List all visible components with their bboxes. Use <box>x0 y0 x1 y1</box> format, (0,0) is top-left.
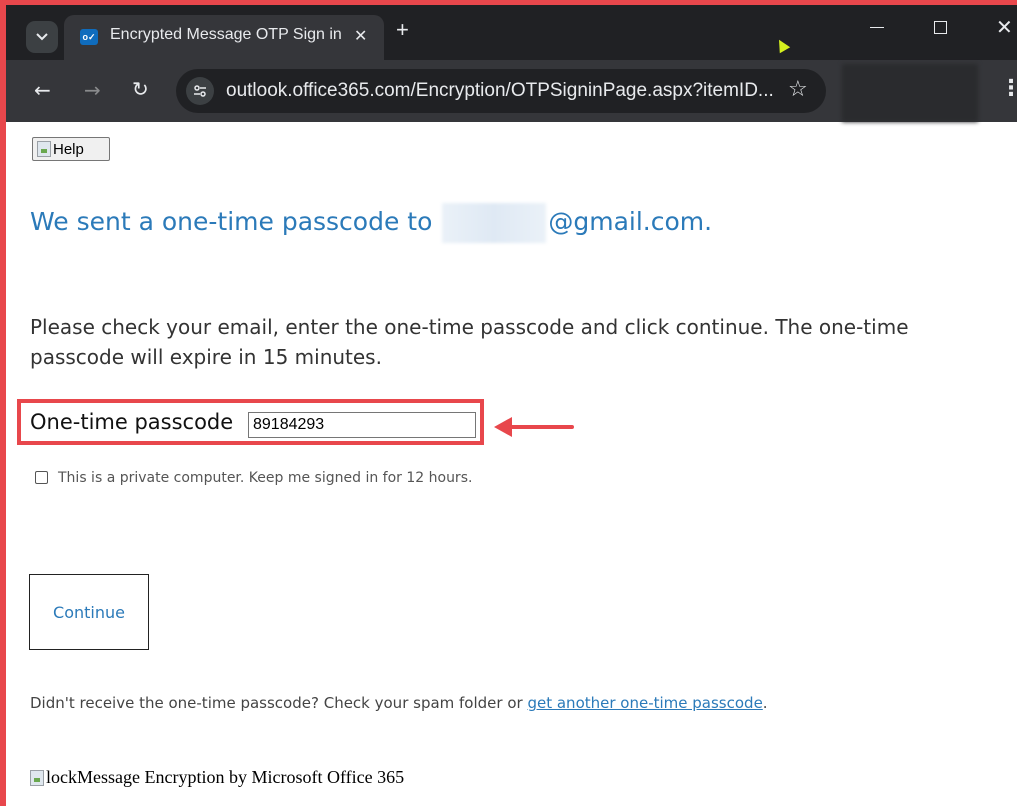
outlook-icon: o✓ <box>80 29 98 45</box>
maximize-icon[interactable] <box>934 21 947 34</box>
back-arrow-icon[interactable]: ← <box>34 78 51 102</box>
star-icon[interactable]: ☆ <box>788 77 808 102</box>
footer-text: Message Encryption by Microsoft Office 3… <box>77 767 405 787</box>
annotation-arrow-line <box>508 425 574 429</box>
close-icon[interactable]: ✕ <box>354 26 367 46</box>
otp-label: One-time passcode <box>30 410 234 434</box>
address-bar[interactable]: outlook.office365.com/Encryption/OTPSign… <box>176 69 826 113</box>
forward-arrow-icon[interactable]: → <box>84 78 101 102</box>
site-info-icon[interactable] <box>186 77 214 105</box>
redacted-profile-area <box>842 64 978 122</box>
resend-suffix: . <box>762 694 768 712</box>
lock-icon <box>30 769 44 786</box>
mouse-cursor-icon <box>773 36 791 54</box>
otp-input[interactable] <box>248 412 476 438</box>
footer-alt-text: lock <box>46 767 77 787</box>
chevron-down-icon <box>36 30 48 45</box>
headline-prefix: We sent a one-time passcode to <box>30 207 433 236</box>
reload-icon[interactable]: ↻ <box>132 77 149 101</box>
broken-image-icon <box>37 141 51 157</box>
continue-label: Continue <box>53 602 125 622</box>
headline-suffix: @gmail.com. <box>548 207 713 236</box>
kebab-menu-icon[interactable]: ⋮ <box>1000 76 1017 101</box>
get-another-passcode-link[interactable]: get another one-time passcode <box>527 694 762 712</box>
url-text[interactable]: outlook.office365.com/Encryption/OTPSign… <box>226 80 774 102</box>
minimize-icon[interactable] <box>870 27 884 28</box>
help-label: Help <box>53 140 84 158</box>
help-button[interactable]: Help <box>32 137 110 161</box>
resend-text: Didn't receive the one-time passcode? Ch… <box>30 694 768 712</box>
tab-search-button[interactable] <box>26 21 58 53</box>
footer: lock Message Encryption by Microsoft Off… <box>30 767 404 788</box>
browser-tab-bar: o✓ Encrypted Message OTP Sign in ✕ + ✕ <box>6 5 1017 60</box>
resend-prefix: Didn't receive the one-time passcode? Ch… <box>30 694 523 712</box>
browser-tab-active[interactable]: o✓ Encrypted Message OTP Sign in ✕ <box>64 15 384 60</box>
tab-title: Encrypted Message OTP Sign in <box>110 26 342 43</box>
keep-signed-in-checkbox[interactable] <box>35 471 48 484</box>
close-window-icon[interactable]: ✕ <box>996 15 1013 40</box>
keep-signed-in-label: This is a private computer. Keep me sign… <box>58 470 473 486</box>
continue-button[interactable]: Continue <box>29 574 149 650</box>
page-title: We sent a one-time passcode to @gmail.co… <box>30 203 712 243</box>
browser-toolbar: ← → ↻ outlook.office365.com/Encryption/O… <box>6 60 1017 122</box>
plus-icon[interactable]: + <box>396 19 409 41</box>
redacted-email <box>442 203 547 243</box>
instructions-text: Please check your email, enter the one-t… <box>30 315 909 369</box>
